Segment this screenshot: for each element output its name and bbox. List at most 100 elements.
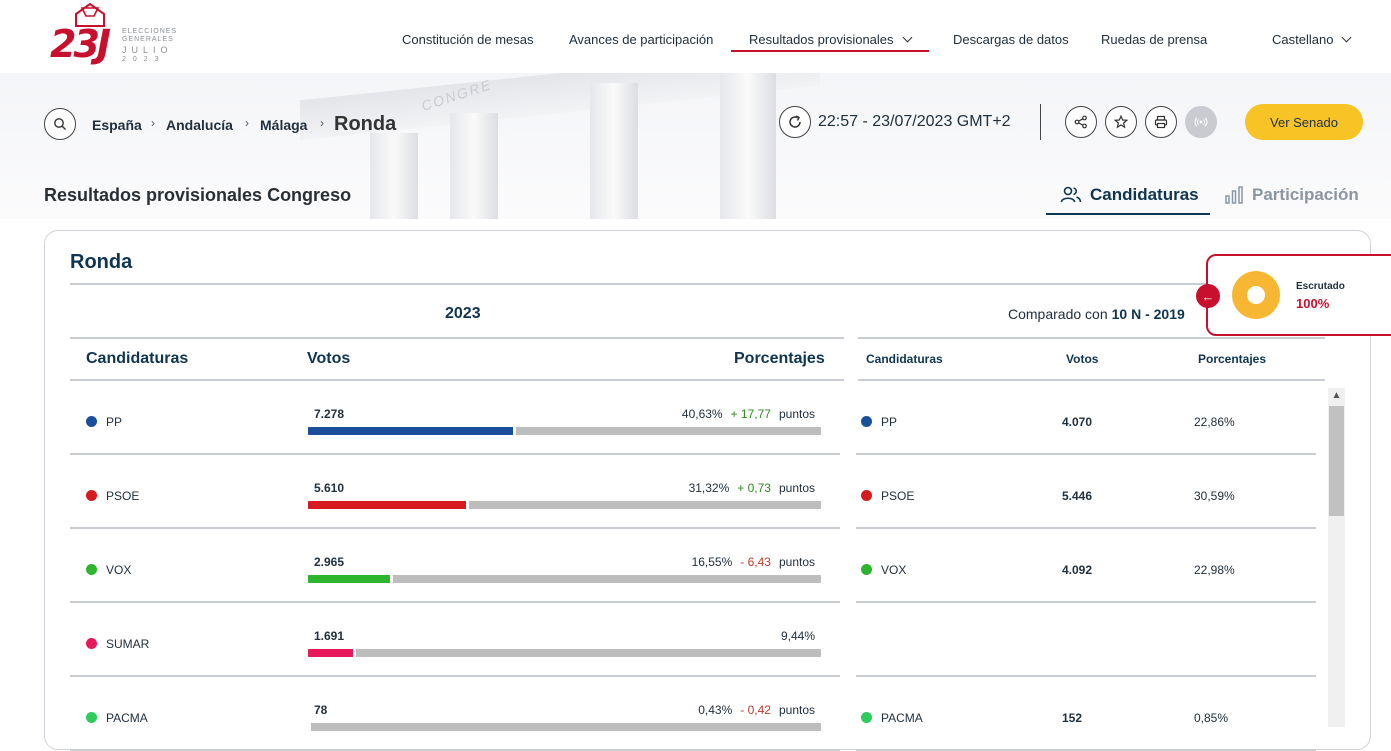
- update-time: 22:57 - 23/07/2023 GMT+2: [818, 113, 1011, 130]
- nav-avances[interactable]: Avances de participación: [569, 32, 713, 47]
- elections-logo[interactable]: 23J ELECCIONES GENERALES JULIO 2023: [50, 2, 185, 66]
- header-porcentajes: Porcentajes: [734, 350, 825, 367]
- compare-votes: 5.446: [1062, 489, 1093, 503]
- compare-party-name: PP: [881, 415, 898, 429]
- percentage-bar-fill: [308, 723, 311, 731]
- share-button[interactable]: [1065, 106, 1097, 138]
- nav-ruedas[interactable]: Ruedas de prensa: [1101, 32, 1207, 47]
- party-votes: 78: [314, 703, 328, 717]
- party-diff: - 6,43: [740, 555, 771, 569]
- divider: [856, 675, 1316, 677]
- party-pct: 16,55%: [691, 555, 733, 569]
- breadcrumb-espana[interactable]: España: [92, 117, 142, 133]
- breadcrumb-current: Ronda: [334, 113, 397, 135]
- escrutado-donut: [1232, 271, 1280, 319]
- compare-votes: 4.070: [1062, 415, 1093, 429]
- party-diff-unit: puntos: [778, 555, 815, 569]
- party-color-dot: [86, 638, 97, 649]
- search-button[interactable]: [44, 108, 76, 140]
- live-button[interactable]: [1185, 106, 1217, 138]
- party-percentage-line: 31,32% + 0,73 puntos: [689, 481, 815, 495]
- party-votes: 2.965: [314, 555, 345, 569]
- compare-party-name: PSOE: [881, 489, 915, 503]
- party-pct: 40,63%: [681, 407, 723, 421]
- compare-header-candidaturas: Candidaturas: [866, 352, 943, 366]
- compare-pct: 0,85%: [1194, 711, 1229, 725]
- divider: [70, 675, 840, 677]
- language-label: Castellano: [1272, 32, 1334, 47]
- bar-chart-icon: [1225, 186, 1243, 204]
- breadcrumb-andalucia[interactable]: Andalucía: [166, 117, 233, 133]
- party-percentage-line: 0,43% - 0,42 puntos: [698, 703, 815, 717]
- party-percentage-line: 9,44%: [781, 629, 815, 643]
- print-button[interactable]: [1145, 106, 1177, 138]
- breadcrumb-separator-icon: ›: [320, 116, 324, 130]
- page-title: Resultados provisionales Congreso: [44, 185, 352, 205]
- compare-value: 10 N - 2019: [1111, 306, 1185, 322]
- party-name[interactable]: PACMA: [106, 711, 148, 725]
- party-pct: 0,43%: [698, 703, 733, 717]
- scrollbar-thumb[interactable]: [1329, 406, 1344, 516]
- header-candidaturas: Candidaturas: [86, 350, 189, 367]
- column-decoration: [590, 83, 638, 219]
- compare-header-porcentajes: Porcentajes: [1198, 352, 1267, 366]
- compare-header-votos: Votos: [1066, 352, 1099, 366]
- favorite-button[interactable]: [1105, 106, 1137, 138]
- active-tab-indicator: [1046, 213, 1210, 215]
- collapse-arrow-icon[interactable]: ←: [1196, 284, 1220, 308]
- nav-constitucion[interactable]: Constitución de mesas: [402, 32, 534, 47]
- divider: [1040, 104, 1041, 140]
- party-color-dot: [86, 564, 97, 575]
- divider: [70, 379, 844, 381]
- divider: [70, 527, 840, 529]
- party-name[interactable]: PSOE: [106, 489, 139, 503]
- refresh-button[interactable]: [779, 106, 811, 138]
- ver-senado-button[interactable]: Ver Senado: [1245, 104, 1363, 140]
- party-percentage-line: 16,55% - 6,43 puntos: [692, 555, 815, 569]
- compare-label: Comparado con 10 N - 2019: [1008, 306, 1185, 322]
- party-name[interactable]: SUMAR: [106, 637, 149, 651]
- breadcrumb-malaga[interactable]: Málaga: [260, 117, 307, 133]
- divider: [70, 601, 840, 603]
- party-color-dot: [861, 712, 872, 723]
- compare-votes: 4.092: [1062, 563, 1093, 577]
- party-votes: 1.691: [314, 629, 345, 643]
- print-icon: [1154, 115, 1168, 129]
- party-name[interactable]: VOX: [106, 563, 131, 577]
- party-color-dot: [86, 712, 97, 723]
- party-votes: 5.610: [314, 481, 345, 495]
- share-icon: [1074, 115, 1087, 129]
- party-diff: + 0,73: [737, 481, 771, 495]
- divider: [856, 453, 1316, 455]
- compare-party-name: VOX: [881, 563, 907, 577]
- party-color-dot: [861, 490, 872, 501]
- language-selector[interactable]: Castellano: [1272, 32, 1352, 47]
- party-color-dot: [861, 416, 872, 427]
- divider: [856, 601, 1316, 603]
- party-diff-unit: puntos: [778, 703, 815, 717]
- party-diff-unit: puntos: [778, 481, 815, 495]
- party-diff-unit: puntos: [778, 407, 815, 421]
- divider: [858, 337, 1325, 339]
- tab-participacion[interactable]: Participación: [1224, 185, 1359, 205]
- escrutado-value: 100%: [1296, 296, 1330, 311]
- tab-candidaturas[interactable]: Candidaturas: [1060, 185, 1199, 205]
- party-name[interactable]: PP: [106, 415, 122, 429]
- logo-line3: 2023: [122, 56, 166, 63]
- column-decoration: [370, 133, 418, 219]
- nav-descargas[interactable]: Descargas de datos: [953, 32, 1069, 47]
- header-votos: Votos: [307, 350, 351, 367]
- logo-line2: JULIO: [122, 45, 173, 55]
- breadcrumb-separator-icon: ›: [151, 116, 155, 130]
- refresh-icon: [789, 115, 801, 128]
- party-percentage-line: 40,63% + 17,77 puntos: [682, 407, 815, 421]
- tab-candidaturas-label: Candidaturas: [1090, 185, 1199, 204]
- party-color-dot: [86, 490, 97, 501]
- party-pct: 31,32%: [688, 481, 730, 495]
- logo-line1: ELECCIONES GENERALES: [122, 28, 178, 43]
- percentage-bar-fill: [308, 649, 356, 657]
- scroll-up-icon[interactable]: ▲: [1329, 390, 1344, 404]
- divider: [70, 453, 840, 455]
- nav-resultados[interactable]: Resultados provisionales: [731, 32, 929, 52]
- party-diff: + 17,77: [730, 407, 771, 421]
